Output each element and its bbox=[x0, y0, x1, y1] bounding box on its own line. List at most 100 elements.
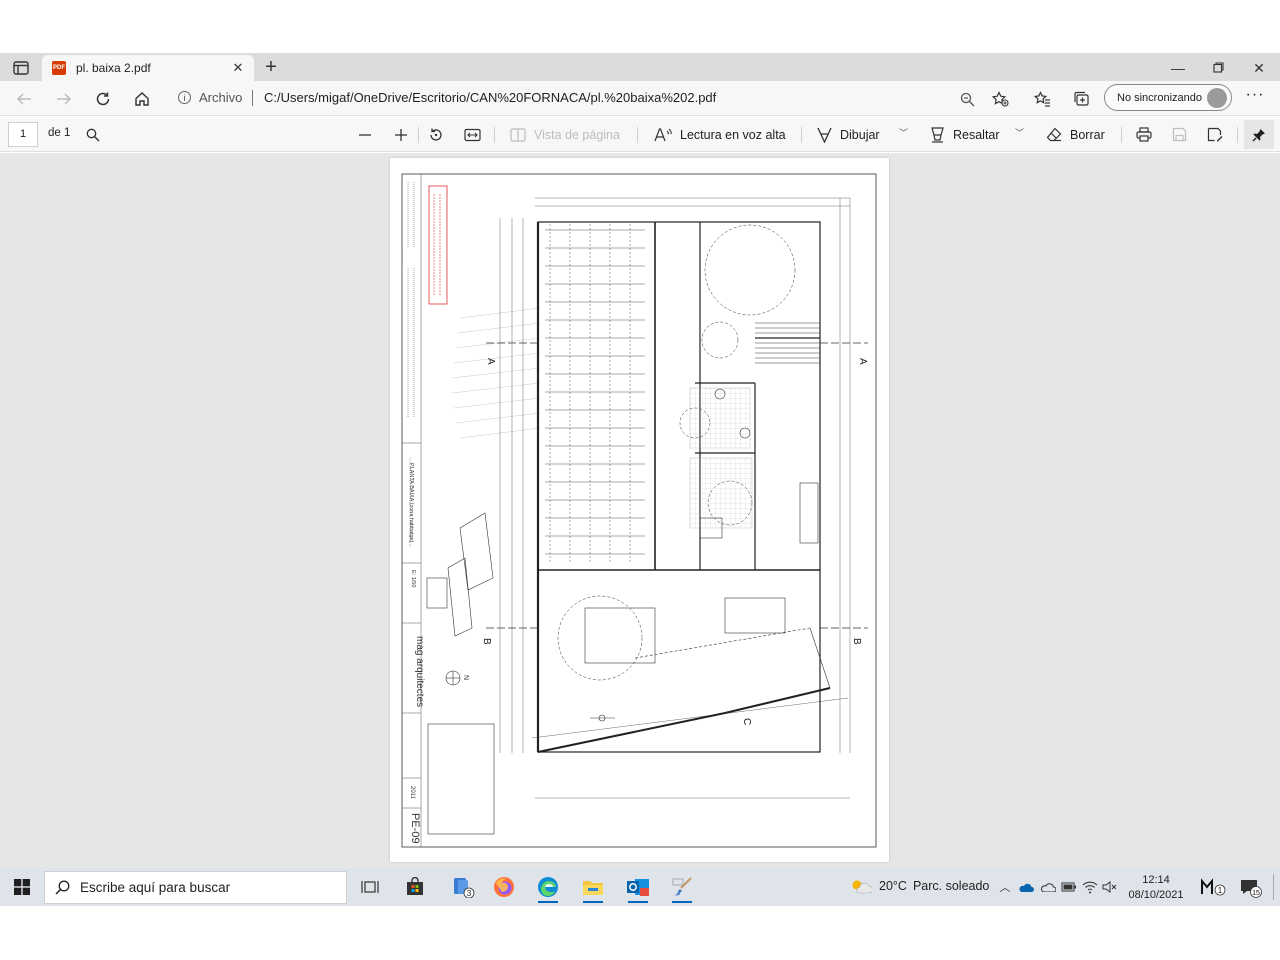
draw-button[interactable]: Dibujar bbox=[817, 122, 880, 147]
back-button[interactable] bbox=[12, 87, 36, 111]
site-label: Archivo bbox=[199, 90, 243, 105]
home-button[interactable] bbox=[130, 87, 154, 111]
store-app[interactable] bbox=[397, 871, 433, 903]
battery-icon[interactable] bbox=[1060, 878, 1078, 896]
search-icon bbox=[55, 880, 70, 895]
tab-actions-icon bbox=[13, 61, 29, 75]
erase-button[interactable]: Borrar bbox=[1046, 122, 1105, 147]
minimize-button[interactable]: — bbox=[1158, 57, 1198, 79]
turning-circles bbox=[557, 224, 796, 681]
erase-label: Borrar bbox=[1070, 127, 1105, 142]
rotate-button[interactable] bbox=[428, 122, 444, 147]
files-badge: 3 bbox=[467, 889, 472, 898]
start-button[interactable] bbox=[4, 870, 40, 904]
back-arrow-icon bbox=[16, 93, 31, 105]
section-a-left: A bbox=[485, 358, 496, 365]
show-hidden-icons-chevron-icon[interactable]: ︿ bbox=[996, 878, 1014, 896]
print-button[interactable] bbox=[1136, 122, 1152, 147]
taskbar-search-input[interactable]: Escribe aquí para buscar bbox=[44, 871, 347, 904]
close-window-button[interactable]: ✕ bbox=[1239, 57, 1279, 79]
dimension-lines bbox=[499, 197, 851, 799]
address-bar: i Archivo C:/Users/migaf/OneDrive/Escrit… bbox=[0, 81, 1280, 116]
close-tab-icon[interactable]: ✕ bbox=[230, 60, 246, 76]
star-add-icon bbox=[991, 91, 1009, 107]
profile-sync-button[interactable]: No sincronizando bbox=[1104, 84, 1232, 111]
volume-muted-icon[interactable] bbox=[1101, 878, 1119, 896]
files-stack-icon: 3 bbox=[454, 878, 475, 898]
partly-sunny-icon bbox=[852, 880, 872, 894]
highlighter-icon bbox=[931, 126, 944, 143]
toolbar-separator bbox=[1237, 127, 1238, 143]
weather-temp: 20°C bbox=[879, 879, 907, 893]
section-c: C bbox=[741, 718, 752, 725]
show-desktop-button[interactable] bbox=[1273, 874, 1274, 900]
files-app[interactable]: 3 bbox=[446, 871, 482, 903]
new-tab-button[interactable]: + bbox=[260, 57, 282, 79]
sync-label: No sincronizando bbox=[1117, 91, 1202, 104]
file-explorer-app[interactable] bbox=[575, 871, 611, 903]
find-button[interactable] bbox=[86, 122, 100, 147]
page-number-input[interactable]: 1 bbox=[8, 122, 38, 147]
onedrive-personal-icon[interactable] bbox=[1039, 878, 1057, 896]
search-placeholder: Escribe aquí para buscar bbox=[80, 880, 231, 895]
pin-toolbar-button[interactable] bbox=[1244, 120, 1274, 149]
weather-widget[interactable]: 20°C Parc. soleado bbox=[850, 878, 989, 894]
highlight-options-chevron-icon[interactable]: ﹀ bbox=[1015, 126, 1024, 139]
draw-pen-icon bbox=[817, 127, 832, 143]
system-clock[interactable]: 12:14 08/10/2021 bbox=[1124, 873, 1188, 903]
paint-app[interactable] bbox=[664, 871, 700, 903]
zoom-in-button[interactable] bbox=[394, 122, 408, 147]
url-field[interactable]: C:/Users/migaf/OneDrive/Escritorio/CAN%2… bbox=[264, 90, 716, 105]
section-a-right: A bbox=[857, 358, 868, 365]
save-button[interactable] bbox=[1172, 122, 1187, 147]
pergola-grid bbox=[545, 224, 645, 564]
task-view-button[interactable] bbox=[352, 871, 388, 903]
notification-badge: 15 bbox=[1252, 890, 1260, 897]
onedrive-icon[interactable] bbox=[1017, 878, 1035, 896]
restore-button[interactable] bbox=[1198, 57, 1238, 79]
weather-desc: Parc. soleado bbox=[912, 879, 990, 893]
outlook-app[interactable] bbox=[620, 871, 656, 903]
fit-page-button[interactable] bbox=[464, 122, 481, 147]
zoom-button[interactable] bbox=[955, 87, 979, 111]
avatar bbox=[1207, 88, 1227, 108]
add-favorite-button[interactable] bbox=[988, 87, 1012, 111]
more-menu-button[interactable]: ··· bbox=[1244, 87, 1266, 109]
favorites-icon bbox=[1033, 91, 1050, 107]
tab-title: pl. baixa 2.pdf bbox=[76, 61, 151, 75]
site-info[interactable]: i Archivo bbox=[178, 90, 242, 105]
forward-button[interactable] bbox=[52, 87, 76, 111]
task-view-icon bbox=[361, 881, 379, 893]
wifi-icon[interactable] bbox=[1081, 878, 1099, 896]
meet-now-icon[interactable]: 1 bbox=[1200, 878, 1228, 896]
tab-actions-button[interactable] bbox=[8, 58, 34, 78]
tab-active[interactable]: PDF pl. baixa 2.pdf ✕ bbox=[42, 55, 254, 81]
plan-title: PLANTA BAIXA (zona habitatge) bbox=[408, 463, 414, 543]
draw-label: Dibujar bbox=[840, 127, 880, 142]
pdf-viewer[interactable]: mag arquitectes PE-09 2011 PLANTA BAIXA … bbox=[0, 153, 1280, 868]
draw-options-chevron-icon[interactable]: ﹀ bbox=[899, 126, 908, 139]
refresh-icon bbox=[96, 92, 110, 106]
section-b-left: B bbox=[481, 638, 492, 645]
collections-icon bbox=[1073, 91, 1089, 106]
read-aloud-button[interactable]: Lectura en voz alta bbox=[654, 122, 786, 147]
notifications-button[interactable]: 15 bbox=[1240, 878, 1262, 898]
taskbar: Escribe aquí para buscar 3 20°C Parc. so… bbox=[0, 868, 1280, 906]
notification-icon: 15 bbox=[1241, 880, 1262, 898]
info-icon: i bbox=[178, 91, 191, 104]
search-icon bbox=[86, 128, 100, 141]
zoom-out-button[interactable] bbox=[358, 122, 372, 147]
sheet-code: PE-09 bbox=[409, 813, 421, 844]
favorites-button[interactable] bbox=[1030, 87, 1054, 111]
firefox-app[interactable] bbox=[486, 871, 522, 903]
eraser-icon bbox=[1046, 127, 1062, 142]
page-view-icon bbox=[510, 127, 526, 142]
refresh-button[interactable] bbox=[91, 87, 115, 111]
paint-brush-icon bbox=[672, 877, 692, 896]
edge-app[interactable] bbox=[530, 871, 566, 903]
page-view-button[interactable]: Vista de página bbox=[510, 122, 620, 147]
highlight-button[interactable]: Resaltar bbox=[930, 122, 1000, 147]
bottom-margin bbox=[0, 906, 1280, 960]
collections-button[interactable] bbox=[1069, 87, 1093, 111]
save-as-button[interactable] bbox=[1207, 122, 1223, 147]
